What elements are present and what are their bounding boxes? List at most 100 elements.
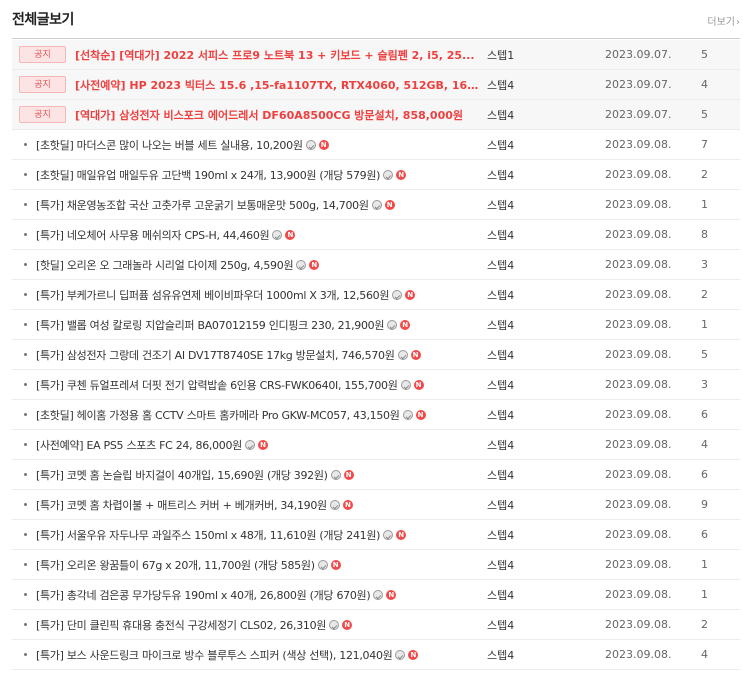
author-name[interactable]: 스텝4 xyxy=(487,197,597,213)
post-title-cell: [특가] 부케가르니 딥퍼퓸 섬유유연제 베이비파우더 1000ml X 3개,… xyxy=(12,287,487,303)
author-name[interactable]: 스텝4 xyxy=(487,287,597,303)
view-count: 4 xyxy=(701,438,708,451)
notice-title-link[interactable]: [역대가] 삼성전자 비스포크 에어드레서 DF60A8500CG 방문설치, … xyxy=(75,107,463,123)
new-icon: N xyxy=(309,259,320,270)
author-name[interactable]: 스텝4 xyxy=(487,167,597,183)
post-title-link[interactable]: [특가] 오리온 왕꿈틀이 67g x 20개, 11,700원 (개당 585… xyxy=(36,557,315,573)
author-name[interactable]: 스텝4 xyxy=(487,497,597,513)
header-divider xyxy=(12,38,740,39)
post-row[interactable]: [특가] 단미 클린픽 휴대용 충전식 구강세정기 CLS02, 26,310원… xyxy=(12,610,740,640)
post-row[interactable]: [특가] 코멧 홈 차렵이불 + 매트리스 커버 + 베개커버, 34,190원… xyxy=(12,490,740,520)
author-name[interactable]: 스텝4 xyxy=(487,407,597,423)
post-title-link[interactable]: [특가] 네오체어 사무용 메쉬의자 CPS-H, 44,460원 xyxy=(36,227,269,243)
view-count: 9 xyxy=(701,498,708,511)
more-label[interactable]: 더보기 xyxy=(707,17,735,28)
author-name[interactable]: 스텝4 xyxy=(487,437,597,453)
author-name[interactable]: 스텝4 xyxy=(487,527,597,543)
notice-row[interactable]: 공지 [선착순] [역대가] 2022 서피스 프로9 노트북 13 + 키보드 … xyxy=(12,40,740,70)
author-name[interactable]: 스텝4 xyxy=(487,647,597,663)
bullet-icon xyxy=(24,503,27,506)
post-title-link[interactable]: [특가] 코멧 홈 차렵이불 + 매트리스 커버 + 베개커버, 34,190원 xyxy=(36,497,327,513)
post-title-link[interactable]: [특가] 쿠첸 듀얼프레셔 더핏 전기 압력밥솥 6인용 CRS-FWK0640… xyxy=(36,377,398,393)
bullet-icon xyxy=(24,413,27,416)
post-row[interactable]: [특가] 부케가르니 딥퍼퓸 섬유유연제 베이비파우더 1000ml X 3개,… xyxy=(12,280,740,310)
author-name[interactable]: 스텝4 xyxy=(487,77,597,93)
post-row[interactable]: [특가] 보스 사운드링크 마이크로 방수 블루투스 스피커 (색상 선택), … xyxy=(12,640,740,670)
post-row[interactable]: [특가] 오리온 왕꿈틀이 67g x 20개, 11,700원 (개당 585… xyxy=(12,550,740,580)
post-date: 2023.09.08. xyxy=(605,378,672,391)
more-link[interactable]: 더보기› xyxy=(707,10,740,29)
notice-title-cell: 공지 [선착순] [역대가] 2022 서피스 프로9 노트북 13 + 키보드 … xyxy=(12,46,487,63)
post-title-link[interactable]: [특가] 코멧 홈 논슬립 바지걸이 40개입, 15,690원 (개당 392… xyxy=(36,467,328,483)
post-row[interactable]: [초핫딜] 헤이홈 가정용 홈 CCTV 스마트 홈카메라 Pro GKW-MC… xyxy=(12,400,740,430)
post-title-link[interactable]: [특가] 삼성전자 그랑데 건조기 AI DV17T8740SE 17kg 방문… xyxy=(36,347,395,363)
author-name[interactable]: 스텝4 xyxy=(487,317,597,333)
image-icon xyxy=(383,169,394,180)
post-title-cell: [초핫딜] 매일유업 매일두유 고단백 190ml x 24개, 13,900원… xyxy=(12,167,487,183)
notice-row[interactable]: 공지 [역대가] 삼성전자 비스포크 에어드레서 DF60A8500CG 방문설치… xyxy=(12,100,740,130)
author-name[interactable]: 스텝4 xyxy=(487,467,597,483)
post-row[interactable]: [특가] 밸롭 여성 칼로링 지압슬리퍼 BA07012159 인디핑크 230… xyxy=(12,310,740,340)
bullet-icon xyxy=(24,533,27,536)
post-title-link[interactable]: [초핫딜] 마더스콘 많이 나오는 버블 세트 실내용, 10,200원 xyxy=(36,137,303,153)
author-name[interactable]: 스텝4 xyxy=(487,587,597,603)
post-title-link[interactable]: [핫딜] 오리온 오 그래놀라 시리얼 다이제 250g, 4,590원 xyxy=(36,257,293,273)
author-name[interactable]: 스텝4 xyxy=(487,617,597,633)
chevron-right-icon[interactable]: › xyxy=(736,17,740,28)
board-title: 전체글보기 xyxy=(12,12,74,28)
post-row[interactable]: [특가] 채운영농조합 국산 고춧가루 고운굵기 보통매운맛 500g, 14,… xyxy=(12,190,740,220)
post-row[interactable]: [사전예약] EA PS5 스포츠 FC 24, 86,000원 N 스텝4 2023… xyxy=(12,430,740,460)
notice-title-link[interactable]: [사전예약] HP 2023 빅터스 15.6 ,15-fa1107TX, RT… xyxy=(75,77,487,93)
notice-row[interactable]: 공지 [사전예약] HP 2023 빅터스 15.6 ,15-fa1107TX, … xyxy=(12,70,740,100)
post-title-link[interactable]: [특가] 밸롭 여성 칼로링 지압슬리퍼 BA07012159 인디핑크 230… xyxy=(36,317,384,333)
author-name[interactable]: 스텝4 xyxy=(487,107,597,123)
new-icon: N xyxy=(405,289,416,300)
post-title-link[interactable]: [특가] 채운영농조합 국산 고춧가루 고운굵기 보통매운맛 500g, 14,… xyxy=(36,197,369,213)
author-name[interactable]: 스텝4 xyxy=(487,227,597,243)
post-row[interactable]: [핫딜] 오리온 오 그래놀라 시리얼 다이제 250g, 4,590원 N 스텝4… xyxy=(12,250,740,280)
author-name[interactable]: 스텝1 xyxy=(487,47,597,63)
new-icon: N xyxy=(396,169,407,180)
view-count: 6 xyxy=(701,408,708,421)
bullet-icon xyxy=(24,143,27,146)
post-title-link[interactable]: [초핫딜] 매일유업 매일두유 고단백 190ml x 24개, 13,900원… xyxy=(36,167,380,183)
image-icon xyxy=(330,469,341,480)
post-title-link[interactable]: [특가] 서울우유 자두나무 과일주스 150ml x 48개, 11,610원… xyxy=(36,527,380,543)
post-row[interactable]: [초핫딜] 마더스콘 많이 나오는 버블 세트 실내용, 10,200원 N 스텝4… xyxy=(12,130,740,160)
post-title-link[interactable]: [특가] 부케가르니 딥퍼퓸 섬유유연제 베이비파우더 1000ml X 3개,… xyxy=(36,287,389,303)
new-icon: N xyxy=(396,529,407,540)
post-row[interactable]: [특가] 네오체어 사무용 메쉬의자 CPS-H, 44,460원 N 스텝4 202… xyxy=(12,220,740,250)
post-title-link[interactable]: [특가] 보스 사운드링크 마이크로 방수 블루투스 스피커 (색상 선택), … xyxy=(36,647,392,663)
author-name[interactable]: 스텝4 xyxy=(487,257,597,273)
post-row[interactable]: [특가] 총각네 검은콩 무가당두유 190ml x 40개, 26,800원 … xyxy=(12,580,740,610)
post-title-link[interactable]: [초핫딜] 헤이홈 가정용 홈 CCTV 스마트 홈카메라 Pro GKW-MC… xyxy=(36,407,400,423)
post-row[interactable]: [특가] 쿠첸 듀얼프레셔 더핏 전기 압력밥솥 6인용 CRS-FWK0640… xyxy=(12,370,740,400)
post-date: 2023.09.08. xyxy=(605,348,672,361)
post-date: 2023.09.08. xyxy=(605,258,672,271)
post-title-link[interactable]: [사전예약] EA PS5 스포츠 FC 24, 86,000원 xyxy=(36,437,242,453)
author-name[interactable]: 스텝4 xyxy=(487,377,597,393)
post-date: 2023.09.08. xyxy=(605,168,672,181)
post-row[interactable]: [특가] 서울우유 자두나무 과일주스 150ml x 48개, 11,610원… xyxy=(12,520,740,550)
post-date: 2023.09.07. xyxy=(605,48,672,61)
view-count: 2 xyxy=(701,168,708,181)
post-row[interactable]: [초핫딜] 매일유업 매일두유 고단백 190ml x 24개, 13,900원… xyxy=(12,160,740,190)
post-date: 2023.09.08. xyxy=(605,138,672,151)
post-date: 2023.09.08. xyxy=(605,408,672,421)
notice-badge: 공지 xyxy=(19,46,66,63)
post-title-link[interactable]: [특가] 총각네 검은콩 무가당두유 190ml x 40개, 26,800원 … xyxy=(36,587,370,603)
post-title-link[interactable]: [특가] 단미 클린픽 휴대용 충전식 구강세정기 CLS02, 26,310원 xyxy=(36,617,326,633)
bullet-icon xyxy=(24,263,27,266)
notice-title-link[interactable]: [선착순] [역대가] 2022 서피스 프로9 노트북 13 + 키보드 + … xyxy=(75,47,475,63)
post-row[interactable]: [특가] 코멧 홈 논슬립 바지걸이 40개입, 15,690원 (개당 392… xyxy=(12,460,740,490)
post-row[interactable]: [특가] 삼성전자 그랑데 건조기 AI DV17T8740SE 17kg 방문… xyxy=(12,340,740,370)
new-icon: N xyxy=(415,409,426,420)
view-count: 4 xyxy=(701,78,708,91)
view-count: 2 xyxy=(701,288,708,301)
author-name[interactable]: 스텝4 xyxy=(487,137,597,153)
new-icon: N xyxy=(410,349,421,360)
view-count: 3 xyxy=(701,258,708,271)
author-name[interactable]: 스텝4 xyxy=(487,347,597,363)
author-name[interactable]: 스텝4 xyxy=(487,557,597,573)
bullet-icon xyxy=(24,353,27,356)
